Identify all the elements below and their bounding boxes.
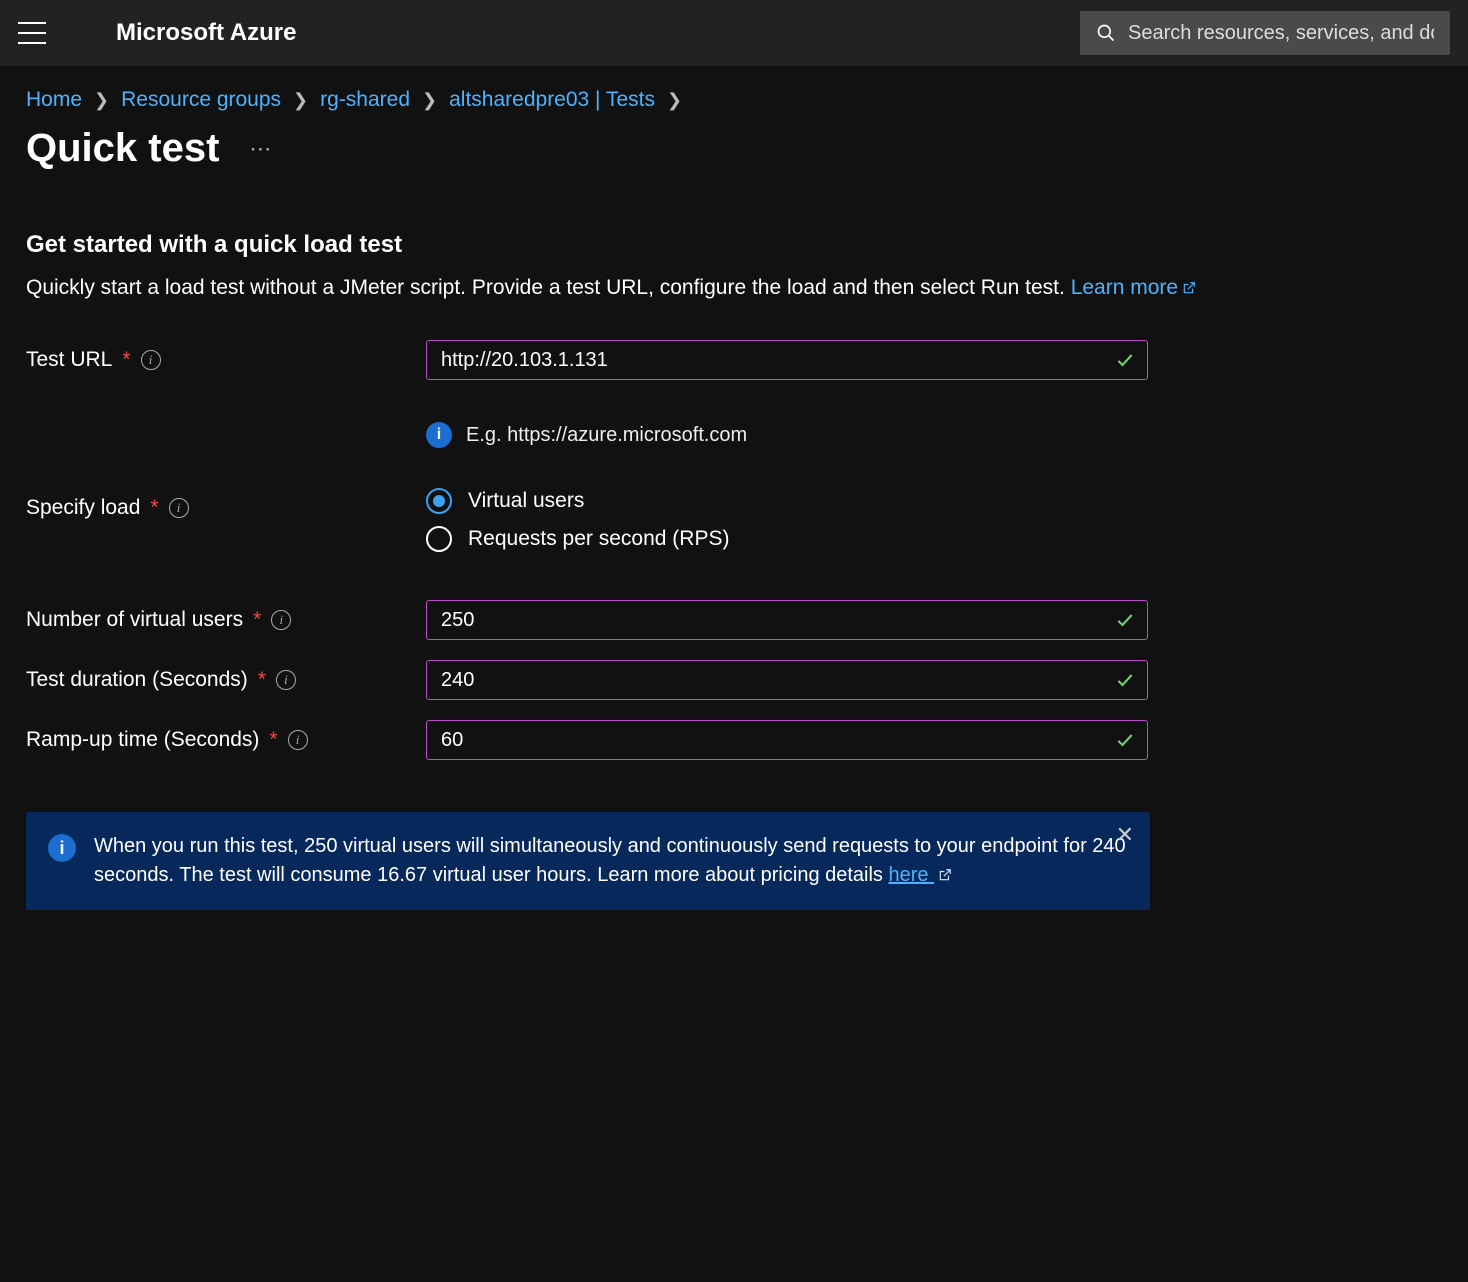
chevron-right-icon: ❯ [667, 90, 682, 111]
virtual-users-input[interactable] [441, 609, 1103, 632]
required-marker: * [258, 668, 266, 692]
info-icon[interactable]: i [276, 670, 296, 690]
content-area: Home ❯ Resource groups ❯ rg-shared ❯ alt… [0, 66, 1468, 910]
info-icon[interactable]: i [169, 498, 189, 518]
specify-load-label: Specify load [26, 496, 140, 520]
info-icon[interactable]: i [271, 610, 291, 630]
check-icon [1115, 350, 1135, 370]
required-marker: * [150, 496, 158, 520]
virtual-users-input-wrap [426, 600, 1148, 640]
breadcrumb-tests[interactable]: altsharedpre03 | Tests [449, 88, 655, 112]
brand-label: Microsoft Azure [116, 19, 296, 47]
pricing-banner: i When you run this test, 250 virtual us… [26, 812, 1150, 910]
radio-icon [426, 526, 452, 552]
test-url-input-wrap [426, 340, 1148, 380]
specify-load-radio-group: Virtual users Requests per second (RPS) [426, 488, 1148, 552]
search-icon [1096, 23, 1116, 43]
radio-label: Virtual users [468, 489, 584, 513]
pricing-here-link[interactable]: here [889, 864, 953, 886]
test-url-label: Test URL [26, 348, 112, 372]
topbar: Microsoft Azure [0, 0, 1468, 66]
test-url-input[interactable] [441, 349, 1103, 372]
external-link-icon [1182, 281, 1196, 295]
breadcrumb-home[interactable]: Home [26, 88, 82, 112]
learn-more-link[interactable]: Learn more [1071, 276, 1196, 299]
duration-input-wrap [426, 660, 1148, 700]
radio-label: Requests per second (RPS) [468, 527, 729, 551]
banner-text: When you run this test, 250 virtual user… [94, 832, 1128, 890]
page-title: Quick test [26, 126, 219, 171]
info-icon[interactable]: i [288, 730, 308, 750]
chevron-right-icon: ❯ [94, 90, 109, 111]
required-marker: * [269, 728, 277, 752]
duration-input[interactable] [441, 669, 1103, 692]
intro-body: Quickly start a load test without a JMet… [26, 273, 1442, 302]
external-link-icon [938, 868, 952, 882]
close-icon[interactable]: ✕ [1116, 824, 1134, 846]
radio-virtual-users[interactable]: Virtual users [426, 488, 1148, 514]
radio-rps[interactable]: Requests per second (RPS) [426, 526, 1148, 552]
check-icon [1115, 610, 1135, 630]
search-input[interactable] [1128, 22, 1434, 45]
check-icon [1115, 730, 1135, 750]
virtual-users-label: Number of virtual users [26, 608, 243, 632]
breadcrumb-rg-shared[interactable]: rg-shared [320, 88, 410, 112]
breadcrumb-resource-groups[interactable]: Resource groups [121, 88, 281, 112]
duration-label: Test duration (Seconds) [26, 668, 248, 692]
chevron-right-icon: ❯ [293, 90, 308, 111]
required-marker: * [253, 608, 261, 632]
check-icon [1115, 670, 1135, 690]
breadcrumb: Home ❯ Resource groups ❯ rg-shared ❯ alt… [26, 88, 1442, 112]
info-badge-icon: i [48, 834, 76, 862]
chevron-right-icon: ❯ [422, 90, 437, 111]
intro-text: Quickly start a load test without a JMet… [26, 276, 1071, 299]
hamburger-menu-icon[interactable] [18, 22, 46, 44]
info-icon[interactable]: i [141, 350, 161, 370]
required-marker: * [122, 348, 130, 372]
intro-heading: Get started with a quick load test [26, 231, 1442, 259]
test-url-hint: E.g. https://azure.microsoft.com [466, 424, 747, 447]
radio-icon [426, 488, 452, 514]
more-actions-icon[interactable]: ⋯ [249, 136, 273, 162]
rampup-input[interactable] [441, 729, 1103, 752]
rampup-input-wrap [426, 720, 1148, 760]
global-search[interactable] [1080, 11, 1450, 55]
info-badge-icon: i [426, 422, 452, 448]
rampup-label: Ramp-up time (Seconds) [26, 728, 259, 752]
